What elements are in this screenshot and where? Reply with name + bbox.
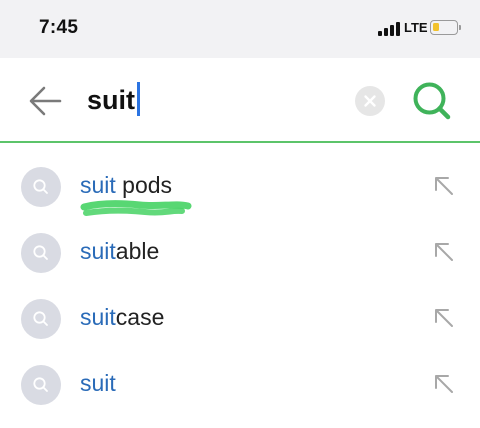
search-button[interactable] [411,80,453,122]
fill-suggestion-button[interactable] [431,173,457,199]
suggestion-item[interactable]: suitcase [0,285,480,351]
fill-suggestion-button[interactable] [431,305,457,331]
status-bar: 7:45 LTE [0,0,480,58]
arrow-up-left-icon [435,177,453,195]
status-time: 7:45 [39,17,79,38]
clear-search-button[interactable] [355,86,385,116]
search-bar: suit [0,58,480,143]
arrow-up-left-icon [435,243,453,261]
suggestion-item[interactable]: suit [0,351,480,417]
clear-x-icon [364,95,376,107]
fill-suggestion-button[interactable] [431,239,457,265]
search-icon [413,82,451,120]
suggestion-text: suit [80,370,116,396]
arrow-up-left-icon [435,375,453,393]
suggestion-item[interactable]: suitable [0,219,480,285]
suggestion-text: suit pods [80,172,173,198]
suggestion-item[interactable]: suit pods [0,153,480,219]
suggestion-text: suitcase [80,304,165,330]
text-caret [137,82,141,116]
arrow-up-left-icon [435,309,453,327]
arrow-left-icon [29,86,62,116]
search-query: suit [87,85,136,115]
history-search-icon [21,167,61,207]
battery-level [433,23,439,31]
history-search-icon [21,299,61,339]
network-type: LTE [404,20,428,35]
signal-strength-icon [378,22,400,36]
history-search-icon [21,233,61,273]
suggestion-text: suitable [80,238,160,264]
suggestion-list: suit pods suitable suitcase suit [0,153,480,417]
back-button[interactable] [26,83,66,119]
battery-icon [430,20,461,35]
history-search-icon [21,365,61,405]
fill-suggestion-button[interactable] [431,371,457,397]
redaction-scribble [80,200,192,216]
search-input[interactable]: suit [87,82,141,116]
